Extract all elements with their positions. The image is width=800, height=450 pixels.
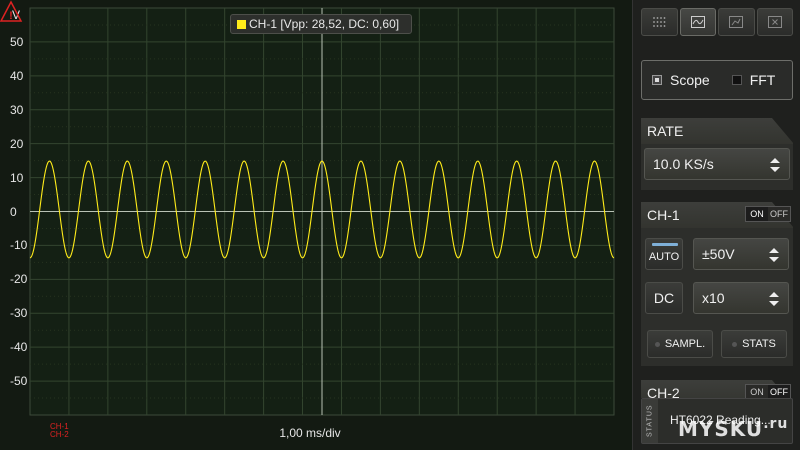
grid-view-button[interactable] [641, 8, 678, 36]
ch1-onoff-toggle[interactable]: ON OFF [745, 206, 791, 222]
scope-screen[interactable]: V 50 40 30 20 10 0 -10 -20 -30 -40 -50 CH-1 [Vpp: … [0, 0, 632, 450]
grid-dots-icon [653, 17, 666, 27]
ch2-off[interactable]: OFF [768, 385, 790, 398]
ch1-range-value: ±50V [702, 246, 735, 262]
status-tag: STATUS [642, 399, 658, 443]
updown-arrows-icon [769, 248, 779, 262]
ch1-probe-value: x10 [702, 290, 725, 306]
auto-button[interactable]: AUTO [645, 238, 683, 270]
ch1-off[interactable]: OFF [768, 207, 790, 221]
y-tick-label: -30 [10, 306, 28, 321]
rate-section: RATE 10.0 KS/s [641, 118, 794, 190]
sampl-led-icon [654, 341, 660, 347]
y-tick-label: 0 [10, 204, 17, 219]
rate-select[interactable]: 10.0 KS/s [644, 148, 790, 180]
ch2-onoff-toggle[interactable]: ON OFF [745, 384, 791, 398]
y-tick-label: 20 [10, 136, 24, 151]
coupling-button[interactable]: DC [645, 282, 683, 314]
ch1-range-select[interactable]: ±50V [693, 238, 789, 270]
auto-indicator [652, 243, 678, 246]
stats-label: STATS [742, 338, 776, 350]
rate-title: RATE [641, 118, 794, 144]
waveform-view-button[interactable] [679, 8, 716, 36]
fft-mode-checkbox[interactable] [731, 75, 742, 85]
y-tick-label: 50 [10, 34, 24, 49]
ch1-on[interactable]: ON [746, 207, 768, 221]
watermark-suffix: .ru [763, 416, 789, 432]
stats-led-icon [732, 341, 738, 347]
ch1-color-swatch [237, 20, 246, 29]
scope-mode-label[interactable]: Scope [670, 72, 710, 88]
y-tick-label: 10 [10, 170, 24, 185]
ch2-on[interactable]: ON [746, 385, 768, 398]
control-panel: Scope FFT RATE 10.0 KS/s CH-1 ON OFF AUT… [632, 0, 800, 450]
trigger-ch2-label: CH-2 [50, 430, 69, 439]
chart-icon [729, 16, 744, 28]
oscilloscope-app: V 50 40 30 20 10 0 -10 -20 -30 -40 -50 CH-1 [Vpp: … [0, 0, 800, 450]
svg-text:!: ! [9, 10, 13, 22]
legend-text: CH-1 [Vpp: 28,52, DC: 0,60] [249, 17, 400, 31]
sampl-button[interactable]: SAMPL. [647, 330, 713, 358]
rate-value: 10.0 KS/s [653, 156, 714, 172]
ch1-probe-select[interactable]: x10 [693, 282, 789, 314]
y-tick-label: 30 [10, 102, 24, 117]
mode-selector: Scope FFT [641, 60, 793, 100]
stats-button[interactable]: STATS [721, 330, 787, 358]
channel-legend: CH-1 [Vpp: 28,52, DC: 0,60] [230, 14, 412, 34]
view-toolbar [641, 8, 793, 36]
sampl-label: SAMPL. [664, 338, 706, 350]
y-tick-label: -50 [10, 374, 28, 389]
ch1-section: CH-1 ON OFF AUTO ±50V DC x10 SAMPL. STAT… [641, 202, 794, 366]
close-box-icon [767, 16, 782, 28]
waveform-icon [690, 16, 705, 28]
coupling-label: DC [653, 290, 675, 306]
y-tick-label: 40 [10, 68, 24, 83]
watermark-text: MYSKU [678, 417, 764, 441]
updown-arrows-icon [769, 292, 779, 306]
ch2-section: CH-2 ON OFF [641, 380, 793, 398]
scope-plot[interactable] [0, 0, 632, 450]
close-view-button[interactable] [756, 8, 793, 36]
timebase-label: 1,00 ms/div [279, 426, 341, 440]
updown-arrows-icon [770, 158, 780, 172]
watermark-logo: MYSKU.ru [678, 416, 788, 441]
auto-label: AUTO [648, 251, 680, 263]
chart-view-button[interactable] [718, 8, 755, 36]
trigger-warning-icon[interactable]: ! [0, 0, 46, 24]
y-tick-label: -10 [10, 238, 28, 253]
y-tick-label: -40 [10, 340, 28, 355]
scope-mode-checkbox[interactable] [652, 75, 662, 85]
fft-mode-label[interactable]: FFT [750, 72, 776, 88]
y-tick-label: -20 [10, 272, 28, 287]
